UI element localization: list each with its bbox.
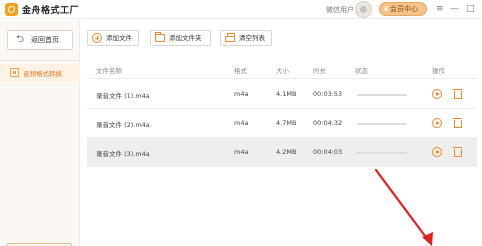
status-progress-bar — [357, 123, 407, 125]
sidebar: ⮌ 返回首页 音频格式转换 — [0, 20, 80, 246]
file-format: m4a — [234, 90, 249, 98]
table-header: 文件名称 格式 大小 时长 状态 操作 — [87, 63, 482, 77]
column-header-status: 状态 — [355, 67, 368, 75]
delete-icon[interactable] — [453, 117, 462, 128]
back-home-label: 返回首页 — [31, 36, 59, 44]
maximize-icon[interactable]: □ — [466, 3, 475, 15]
audio-convert-icon — [10, 68, 19, 77]
sidebar-divider — [0, 60, 80, 61]
column-header-name: 文件名称 — [96, 67, 122, 75]
play-icon[interactable] — [432, 147, 442, 157]
table-row[interactable]: 录音文件 (2).m4a m4a 4.7MB 00:04:32 — [87, 109, 477, 138]
column-header-format: 格式 — [234, 67, 247, 75]
add-file-label: 添加文件 — [106, 34, 132, 42]
file-name: 录音文件 (2).m4a — [96, 121, 150, 129]
file-size: 4.1MB — [276, 90, 297, 98]
back-arrow-icon: ⮌ — [16, 34, 25, 45]
file-duration: 00:04:03 — [313, 148, 343, 156]
vip-center-button[interactable]: ♛ 会员中心 — [379, 2, 427, 16]
title-bar: 金舟格式工厂 微信用户 ♛ 会员中心 ≡ — □ — [0, 0, 482, 19]
sidebar-item-label: 音频格式转换 — [23, 70, 62, 78]
file-name: 录音文件 (3).m4a — [96, 150, 150, 158]
header-divider — [87, 78, 477, 79]
file-size: 4.7MB — [276, 119, 297, 127]
column-header-size: 大小 — [276, 67, 289, 75]
user-name[interactable]: 微信用户 — [326, 5, 354, 15]
delete-icon[interactable] — [453, 88, 462, 99]
clear-list-icon — [225, 33, 235, 42]
app-title: 金舟格式工厂 — [22, 6, 80, 16]
status-progress-bar — [357, 152, 407, 154]
crown-icon: ♛ — [383, 5, 390, 13]
file-size: 4.2MB — [276, 148, 297, 156]
table-row[interactable]: 录音文件 (1).m4a m4a 4.1MB 00:03:53 — [87, 80, 477, 109]
play-icon[interactable] — [432, 89, 442, 99]
column-header-duration: 时长 — [313, 67, 326, 75]
file-duration: 00:04:32 — [313, 119, 343, 127]
table-row[interactable]: 录音文件 (3).m4a m4a 4.2MB 00:04:03 — [87, 138, 477, 167]
back-home-button[interactable]: ⮌ 返回首页 — [7, 30, 73, 50]
add-folder-icon — [155, 32, 165, 42]
column-header-actions: 操作 — [432, 67, 445, 75]
menu-icon[interactable]: ≡ — [436, 3, 444, 15]
add-file-icon — [92, 33, 102, 43]
file-name: 录音文件 (1).m4a — [96, 92, 150, 100]
vip-center-label: 会员中心 — [390, 5, 418, 13]
file-format: m4a — [234, 119, 249, 127]
add-folder-button[interactable]: 添加文件夹 — [150, 30, 211, 46]
clear-list-button[interactable]: 清空列表 — [220, 30, 272, 46]
clear-list-label: 清空列表 — [239, 34, 265, 42]
status-progress-bar — [357, 94, 407, 96]
file-format: m4a — [234, 148, 249, 156]
file-duration: 00:03:53 — [313, 90, 343, 98]
sidebar-item-audio-convert[interactable]: 音频格式转换 — [0, 64, 80, 82]
add-folder-label: 添加文件夹 — [169, 34, 202, 42]
minimize-icon[interactable]: — — [450, 3, 459, 15]
annotation-arrow-icon — [374, 168, 433, 246]
avatar-icon[interactable] — [355, 1, 372, 18]
app-logo-icon — [5, 3, 18, 16]
play-icon[interactable] — [432, 118, 442, 128]
add-file-button[interactable]: 添加文件 — [87, 30, 139, 46]
delete-icon[interactable] — [453, 146, 462, 157]
